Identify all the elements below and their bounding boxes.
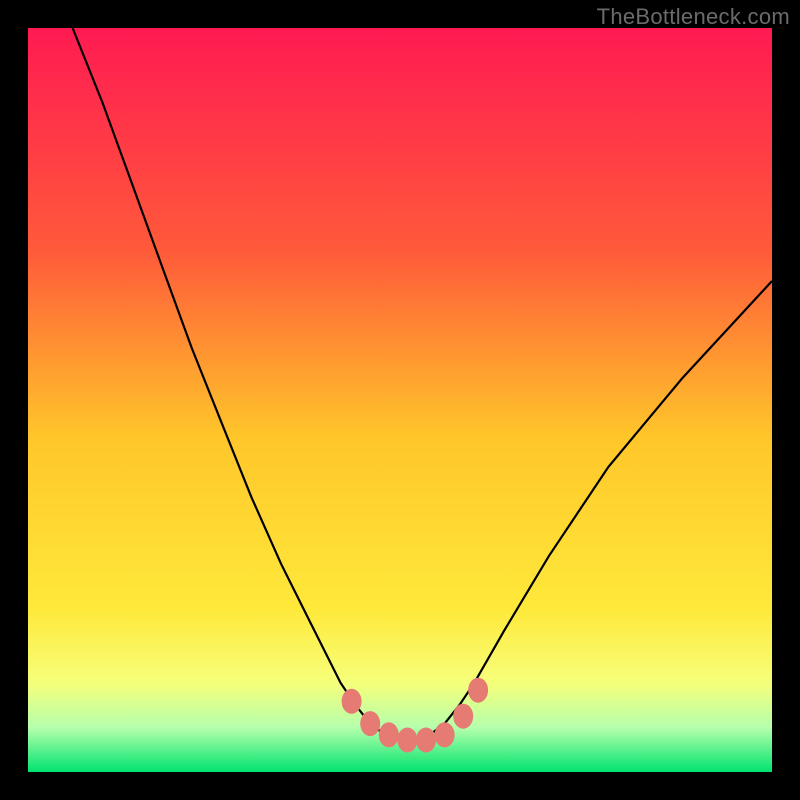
highlight-dot xyxy=(468,678,488,703)
gradient-background xyxy=(28,28,772,772)
highlight-dot xyxy=(416,728,436,753)
chart-svg xyxy=(28,28,772,772)
watermark-text: TheBottleneck.com xyxy=(597,4,790,30)
highlight-dot xyxy=(360,711,380,736)
highlight-dot xyxy=(379,722,399,747)
highlight-dot xyxy=(342,689,362,714)
chart-frame: TheBottleneck.com xyxy=(0,0,800,800)
highlight-dot xyxy=(397,728,417,753)
highlight-dot xyxy=(435,722,455,747)
highlight-dot xyxy=(453,704,473,729)
